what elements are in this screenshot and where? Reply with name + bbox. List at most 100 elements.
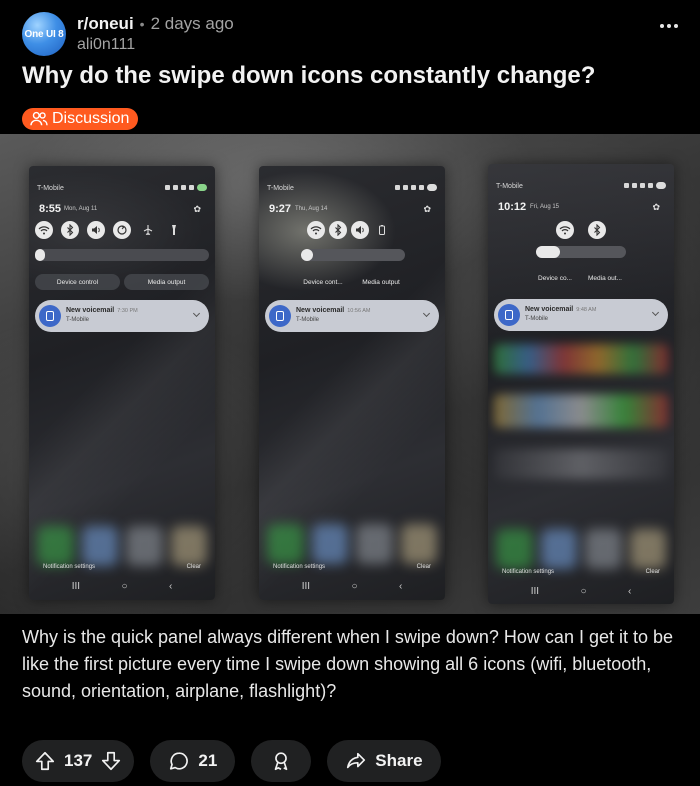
clear-label: Clear <box>416 564 431 570</box>
notification-settings-label: Notification settings <box>502 569 555 575</box>
notification-sub: T-Mobile <box>66 317 90 323</box>
users-icon <box>30 111 48 126</box>
device-control-button: Device co... <box>538 274 572 282</box>
award-icon <box>274 752 288 771</box>
upvote-icon[interactable] <box>34 750 56 772</box>
share-icon <box>347 752 366 769</box>
notification-time: 7:30 PM <box>117 308 138 314</box>
flashlight-icon <box>165 221 183 239</box>
vote-count: 137 <box>64 751 93 770</box>
voicemail-icon <box>269 305 291 327</box>
screenshot-3: T-Mobile 10:12 Fri, Aug 15 ✿ Device co..… <box>488 164 674 604</box>
post-body: Why is the quick panel always different … <box>22 627 674 701</box>
clock: 8:55 <box>39 203 62 215</box>
nav-bar: III ○ ‹ <box>488 586 674 597</box>
bluetooth-icon <box>329 221 347 239</box>
wifi-icon <box>556 221 574 239</box>
brightness-slider <box>301 249 405 261</box>
notification-sub: T-Mobile <box>525 316 549 322</box>
avatar-text: One UI 8 <box>24 28 64 40</box>
voicemail-notification: New voicemail 7:30 PM T-Mobile <box>35 300 209 332</box>
voicemail-notification: New voicemail 10:56 AM T-Mobile <box>265 300 439 332</box>
date: Fri, Aug 15 <box>530 204 560 210</box>
post-image[interactable]: T-Mobile 8:55 Mon, Aug 11 ✿ Device contr… <box>0 134 700 614</box>
comments-button[interactable]: 21 <box>150 740 236 782</box>
notification-time: 9:48 AM <box>576 307 597 313</box>
sound-icon <box>351 221 369 239</box>
comment-icon <box>170 752 189 770</box>
post-actions: 137 21 Share <box>22 740 441 782</box>
battery-icon <box>373 221 391 239</box>
vote-pill: 137 <box>22 740 135 782</box>
chevron-down-icon <box>422 309 431 318</box>
notification-sub: T-Mobile <box>296 317 320 323</box>
voicemail-notification: New voicemail 9:48 AM T-Mobile <box>494 299 668 331</box>
wifi-icon <box>35 221 53 239</box>
device-control-button: Device cont... <box>303 278 343 286</box>
chevron-down-icon <box>192 309 201 318</box>
brightness-slider <box>536 246 626 258</box>
gear-icon: ✿ <box>193 204 201 214</box>
recents-icon: III <box>530 586 540 597</box>
award-button[interactable] <box>251 740 312 782</box>
post-flair[interactable]: Discussion <box>22 108 139 130</box>
separator-dot: • <box>139 16 145 32</box>
back-icon: ‹ <box>398 581 403 592</box>
device-control-button: Device control <box>35 274 120 290</box>
voicemail-icon <box>498 304 520 326</box>
post-time: 2 days ago <box>150 14 234 33</box>
nav-bar: III ○ ‹ <box>259 581 445 592</box>
downvote-icon[interactable] <box>100 750 122 772</box>
notification-settings-label: Notification settings <box>273 564 326 570</box>
media-output-button: Media output <box>362 278 400 286</box>
subreddit-name[interactable]: r/oneui <box>77 14 134 34</box>
gear-icon: ✿ <box>423 204 431 214</box>
subreddit-avatar[interactable]: One UI 8 <box>22 12 66 56</box>
status-icons <box>624 182 666 189</box>
flair-label: Discussion <box>52 110 130 127</box>
share-label: Share <box>375 751 423 770</box>
home-icon: ○ <box>580 586 587 597</box>
recents-icon: III <box>71 581 81 592</box>
notification-title: New voicemail <box>66 307 115 314</box>
date: Thu, Aug 14 <box>295 206 328 212</box>
post-author[interactable]: ali0n111 <box>77 36 135 54</box>
screenshot-1: T-Mobile 8:55 Mon, Aug 11 ✿ Device contr… <box>29 166 215 600</box>
chevron-down-icon <box>651 308 660 317</box>
voicemail-icon <box>39 305 61 327</box>
screenshot-2: T-Mobile 9:27 Thu, Aug 14 ✿ Device cont.… <box>259 166 445 600</box>
clock: 9:27 <box>269 203 292 215</box>
carrier-label: T-Mobile <box>267 185 294 192</box>
wifi-icon <box>307 221 325 239</box>
post-meta: r/oneui • 2 days ago <box>77 14 234 34</box>
media-output-button: Media output <box>124 274 209 290</box>
home-icon: ○ <box>351 581 358 592</box>
post-header: One UI 8 r/oneui • 2 days ago ali0n111 W… <box>0 0 700 134</box>
airplane-icon <box>139 221 157 239</box>
clear-label: Clear <box>186 564 201 570</box>
clock: 10:12 <box>498 201 527 213</box>
back-icon: ‹ <box>168 581 173 592</box>
recents-icon: III <box>301 581 311 592</box>
nav-bar: III ○ ‹ <box>29 581 215 592</box>
gear-icon: ✿ <box>652 202 660 212</box>
back-icon: ‹ <box>627 586 632 597</box>
clear-label: Clear <box>645 569 660 575</box>
more-options-icon[interactable] <box>660 24 678 28</box>
sound-icon <box>87 221 105 239</box>
notification-title: New voicemail <box>525 306 574 313</box>
notification-time: 10:56 AM <box>347 308 371 314</box>
orientation-icon <box>113 221 131 239</box>
carrier-label: T-Mobile <box>37 185 64 192</box>
carrier-label: T-Mobile <box>496 183 523 190</box>
bluetooth-icon <box>588 221 606 239</box>
status-icons <box>165 184 207 191</box>
home-icon: ○ <box>121 581 128 592</box>
date: Mon, Aug 11 <box>64 206 98 212</box>
share-button[interactable]: Share <box>327 740 441 782</box>
bluetooth-icon <box>61 221 79 239</box>
post-title[interactable]: Why do the swipe down icons constantly c… <box>22 62 595 90</box>
comment-count: 21 <box>198 751 218 770</box>
status-icons <box>395 184 437 191</box>
notification-title: New voicemail <box>296 307 345 314</box>
